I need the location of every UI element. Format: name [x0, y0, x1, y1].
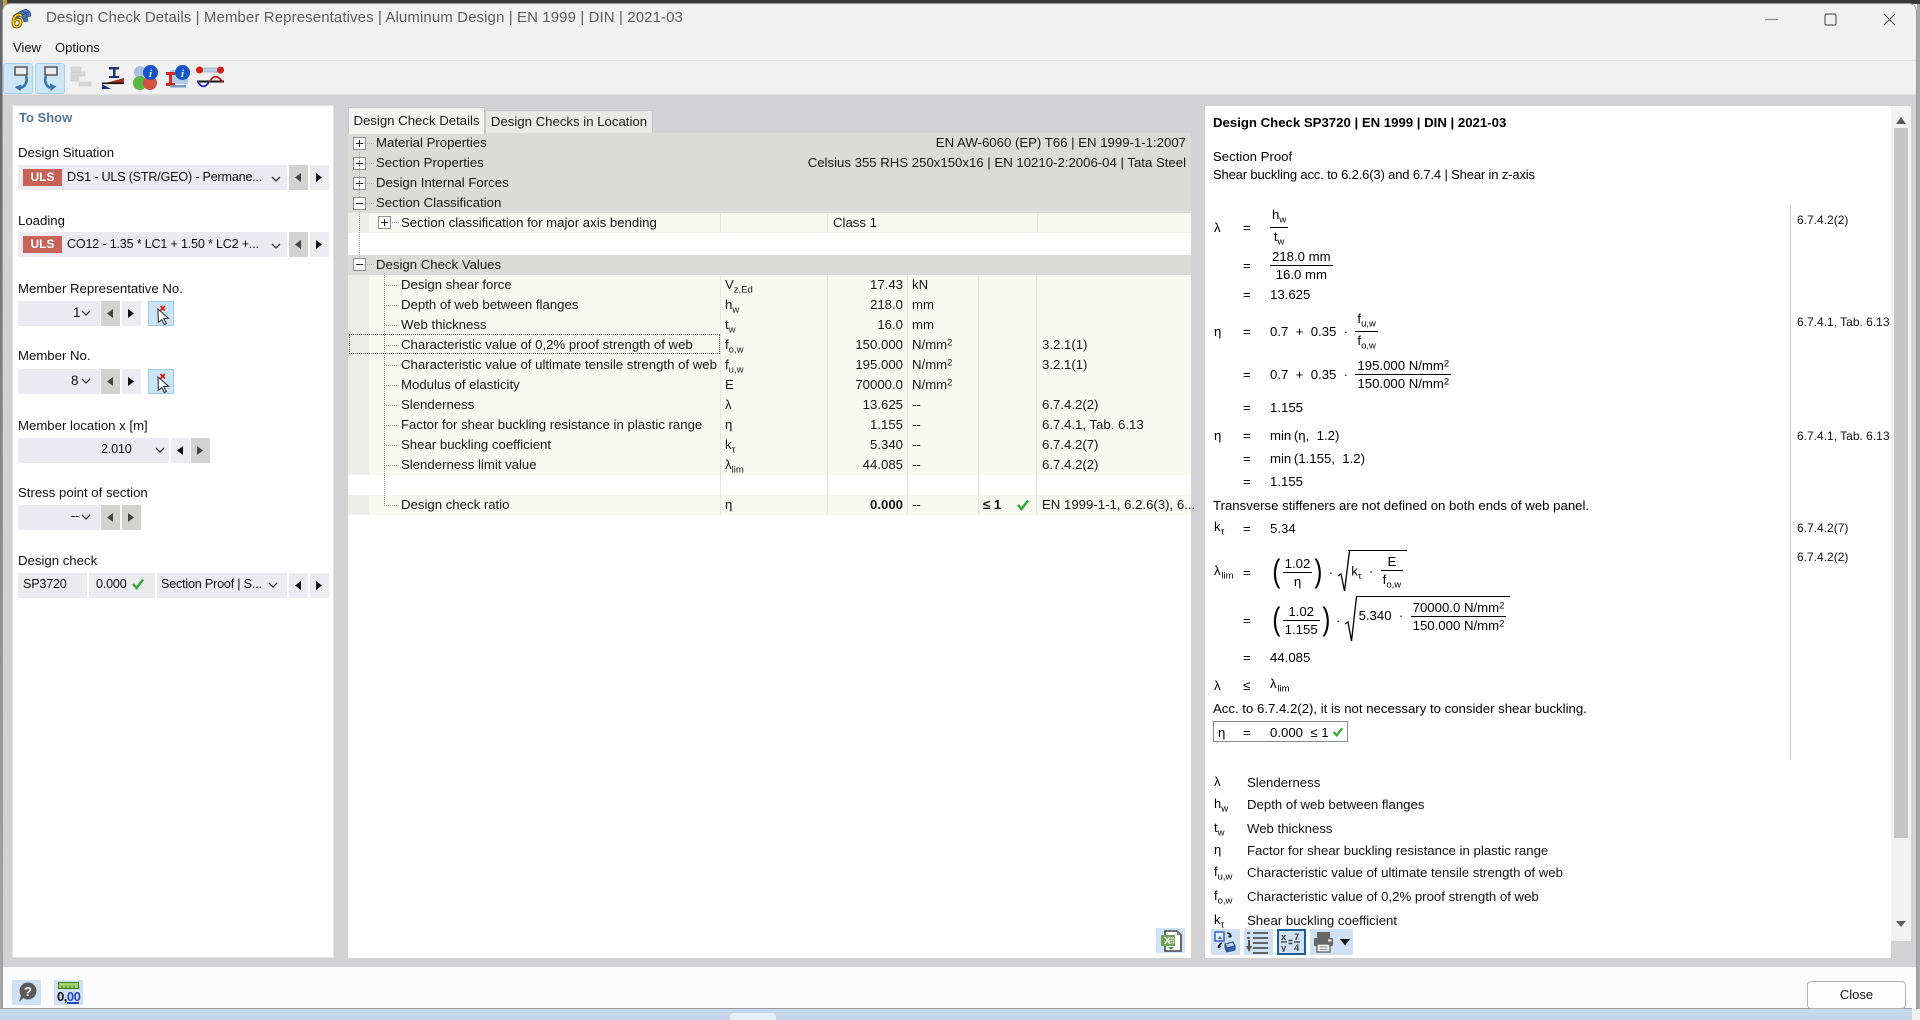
svg-text:y: y — [1281, 943, 1287, 952]
svg-text:6: 6 — [11, 10, 23, 30]
svg-text:4: 4 — [1294, 943, 1300, 952]
svg-text:?: ? — [24, 984, 32, 999]
